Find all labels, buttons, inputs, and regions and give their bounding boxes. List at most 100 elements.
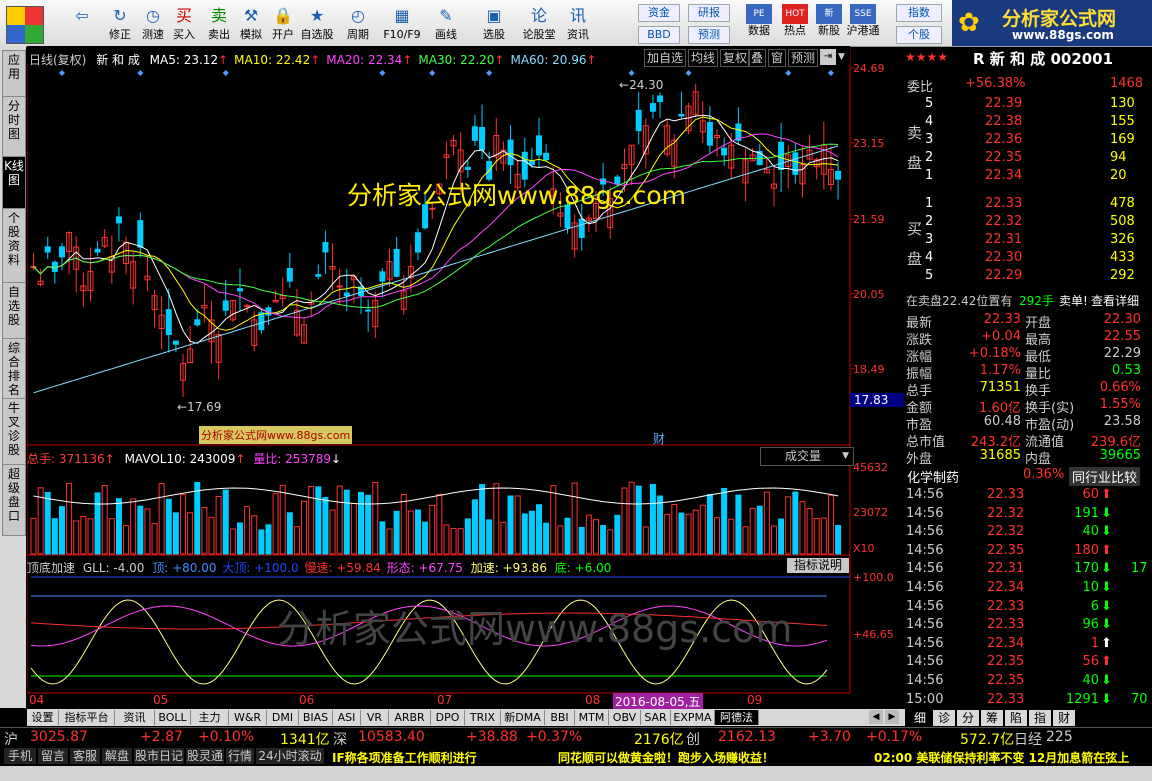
quote-tab-2[interactable]: 分	[957, 710, 979, 726]
bottom-tab-16[interactable]: OBV	[609, 710, 641, 725]
volume-bar	[308, 486, 315, 555]
toolbar-button-13[interactable]: 讯资讯	[560, 2, 596, 44]
volume-selector[interactable]: 成交量 ▼	[760, 447, 854, 466]
toolbar-small-button-0[interactable]: 资金	[638, 4, 680, 22]
chart-dropdown-icon[interactable]: ▼	[838, 49, 852, 65]
side-tab-3[interactable]: 个股资料	[2, 208, 26, 284]
bottom-tab-17[interactable]: SAR	[641, 710, 671, 725]
status-button-1[interactable]: 留言	[38, 748, 68, 764]
bottom-tab-19[interactable]: 阿德法	[715, 710, 759, 725]
bottom-tab-15[interactable]: MTM	[575, 710, 609, 725]
chart-button-3[interactable]: 叠	[748, 49, 767, 67]
sell-level-row[interactable]: 2 22.35 94	[905, 150, 1140, 167]
chart-button-0[interactable]: 加自选	[644, 49, 687, 67]
bottom-tab-10[interactable]: ARBR	[389, 710, 431, 725]
news-ticker-3[interactable]: 02:00 美联储保持利率不变 12月加息箭在弦上	[874, 749, 1129, 766]
status-button-5[interactable]: 股灵通	[186, 748, 224, 764]
toolbar-button-9[interactable]: ▦ F10/F9	[382, 2, 422, 44]
bottom-tab-4[interactable]: 主力	[191, 710, 229, 725]
status-button-6[interactable]: 行情	[226, 748, 254, 764]
toolbar-button-3[interactable]: 买买入	[166, 2, 202, 44]
view-detail-link[interactable]: 查看详细	[1091, 292, 1139, 309]
bottom-tab-13[interactable]: 新DMA	[501, 710, 545, 725]
side-tab-0[interactable]: 应用	[2, 50, 26, 98]
bottom-tab-18[interactable]: EXPMA	[671, 710, 715, 725]
bottom-tab-6[interactable]: DMI	[267, 710, 299, 725]
news-ticker-1[interactable]: IF称各项准备工作顺利进行	[332, 749, 477, 766]
quote-tab-6[interactable]: 财	[1053, 710, 1075, 726]
toolbar-right-button-3[interactable]: SSE 沪港通	[846, 2, 880, 44]
toolbar-button-0[interactable]: ⇦	[66, 2, 98, 44]
news-ticker-2[interactable]: 同花顺可以做黄金啦！跑步入场赚收益！	[558, 749, 774, 766]
buy-level-row[interactable]: 2 22.32 508	[905, 214, 1140, 231]
buy-level-row[interactable]: 5 22.29 292	[905, 268, 1140, 285]
kline-chart-area[interactable]: 24.69 23.15 21.59 20.05 18.49 45632 23072 X10 +1…	[27, 46, 905, 710]
toolbar-index-button-1[interactable]: 个股	[896, 26, 942, 44]
quote-tab-1[interactable]: 诊	[933, 710, 955, 726]
sell-level-row[interactable]: 4 22.38 155	[905, 114, 1140, 131]
bottom-tab-12[interactable]: TRIX	[465, 710, 501, 725]
side-tab-7[interactable]: 超级盘口	[2, 464, 26, 536]
industry-name[interactable]: 化学制药	[907, 467, 959, 486]
toolbar-button-6[interactable]: 🔒 开户	[268, 2, 298, 44]
scroll-left-icon[interactable]: ◀	[869, 710, 883, 724]
quote-tab-3[interactable]: 筹	[981, 710, 1003, 726]
side-tab-2[interactable]: K线图	[2, 156, 26, 210]
toolbar-button-1[interactable]: ↻ 修正	[104, 2, 136, 44]
chart-button-4[interactable]: 窗	[768, 49, 787, 67]
sell-level-row[interactable]: 5 22.39 130	[905, 96, 1140, 113]
bottom-tab-1[interactable]: 指标平台	[59, 710, 115, 725]
toolbar-small-button-2[interactable]: BBD	[638, 26, 680, 44]
toolbar-button-10[interactable]: ✎ 画线	[424, 2, 468, 44]
buy-level-row[interactable]: 1 22.33 478	[905, 196, 1140, 213]
bottom-tab-2[interactable]: 资讯	[115, 710, 155, 725]
quote-tab-4[interactable]: 陷	[1005, 710, 1027, 726]
status-button-4[interactable]: 股市日记	[134, 748, 184, 764]
bottom-tab-11[interactable]: DPO	[431, 710, 465, 725]
indicator-help-button[interactable]: 指标说明	[787, 558, 849, 573]
pin-icon[interactable]: ⇥	[820, 49, 836, 65]
toolbar-button-8[interactable]: ◴ 周期	[336, 2, 380, 44]
chart-button-1[interactable]: 均线	[688, 49, 719, 67]
scroll-right-icon[interactable]: ▶	[885, 710, 899, 724]
toolbar-right-button-1[interactable]: HOT 热点	[778, 2, 812, 44]
bottom-tab-14[interactable]: BBI	[545, 710, 575, 725]
status-button-0[interactable]: 手机	[4, 748, 36, 764]
side-tab-5[interactable]: 综合排名	[2, 338, 26, 400]
bottom-tab-7[interactable]: BIAS	[299, 710, 333, 725]
bottom-tab-9[interactable]: VR	[361, 710, 389, 725]
toolbar-right-button-2[interactable]: 新新股	[812, 2, 846, 44]
buy-level-row[interactable]: 3 22.31 326	[905, 232, 1140, 249]
status-button-3[interactable]: 解盘	[102, 748, 132, 764]
toolbar-small-button-3[interactable]: 预测	[688, 26, 730, 44]
sell-level-row[interactable]: 3 22.36 169	[905, 132, 1140, 149]
buy-level-row[interactable]: 4 22.30 433	[905, 250, 1140, 267]
bottom-tab-8[interactable]: ASI	[333, 710, 361, 725]
side-tab-4[interactable]: 自选股	[2, 282, 26, 340]
toolbar-button-2[interactable]: ◷ 测速	[138, 2, 168, 44]
chart-button-5[interactable]: 预测	[788, 49, 819, 67]
toolbar-button-5[interactable]: ⚒ 模拟	[236, 2, 266, 44]
side-tab-6[interactable]: 牛叉诊股	[2, 398, 26, 466]
chart-button-2[interactable]: 复权	[720, 49, 751, 67]
bottom-tab-0[interactable]: 设置	[27, 710, 59, 725]
sell-level-row[interactable]: 1 22.34 20	[905, 168, 1140, 185]
status-button-2[interactable]: 客服	[70, 748, 100, 764]
quote-tab-0[interactable]: 细	[909, 710, 931, 726]
status-button-7[interactable]: 24小时滚动	[256, 748, 324, 764]
toolbar-button-11[interactable]: ▣ 选股	[470, 2, 518, 44]
index-ticker[interactable]: 沪 3025.87 +2.87 +0.10% 1341亿 深 10583.40 …	[0, 727, 1152, 748]
toolbar-right-button-0[interactable]: PE 数据	[742, 2, 776, 44]
toolbar-small-button-1[interactable]: 研报	[688, 4, 730, 22]
bottom-tab-3[interactable]: BOLL	[155, 710, 191, 725]
finance-marker[interactable]: 财	[653, 430, 665, 447]
peer-compare-button[interactable]: 同行业比较	[1069, 467, 1141, 486]
quote-tab-5[interactable]: 指	[1029, 710, 1051, 726]
bottom-tab-5[interactable]: W&R	[229, 710, 267, 725]
toolbar-button-12[interactable]: 论论股堂	[520, 2, 558, 44]
toolbar-index-button-0[interactable]: 指数	[896, 4, 942, 22]
app-logo-icon[interactable]	[6, 6, 44, 44]
toolbar-button-4[interactable]: 卖卖出	[204, 2, 234, 44]
toolbar-button-7[interactable]: ★ 自选股	[300, 2, 334, 44]
side-tab-1[interactable]: 分时图	[2, 96, 26, 158]
